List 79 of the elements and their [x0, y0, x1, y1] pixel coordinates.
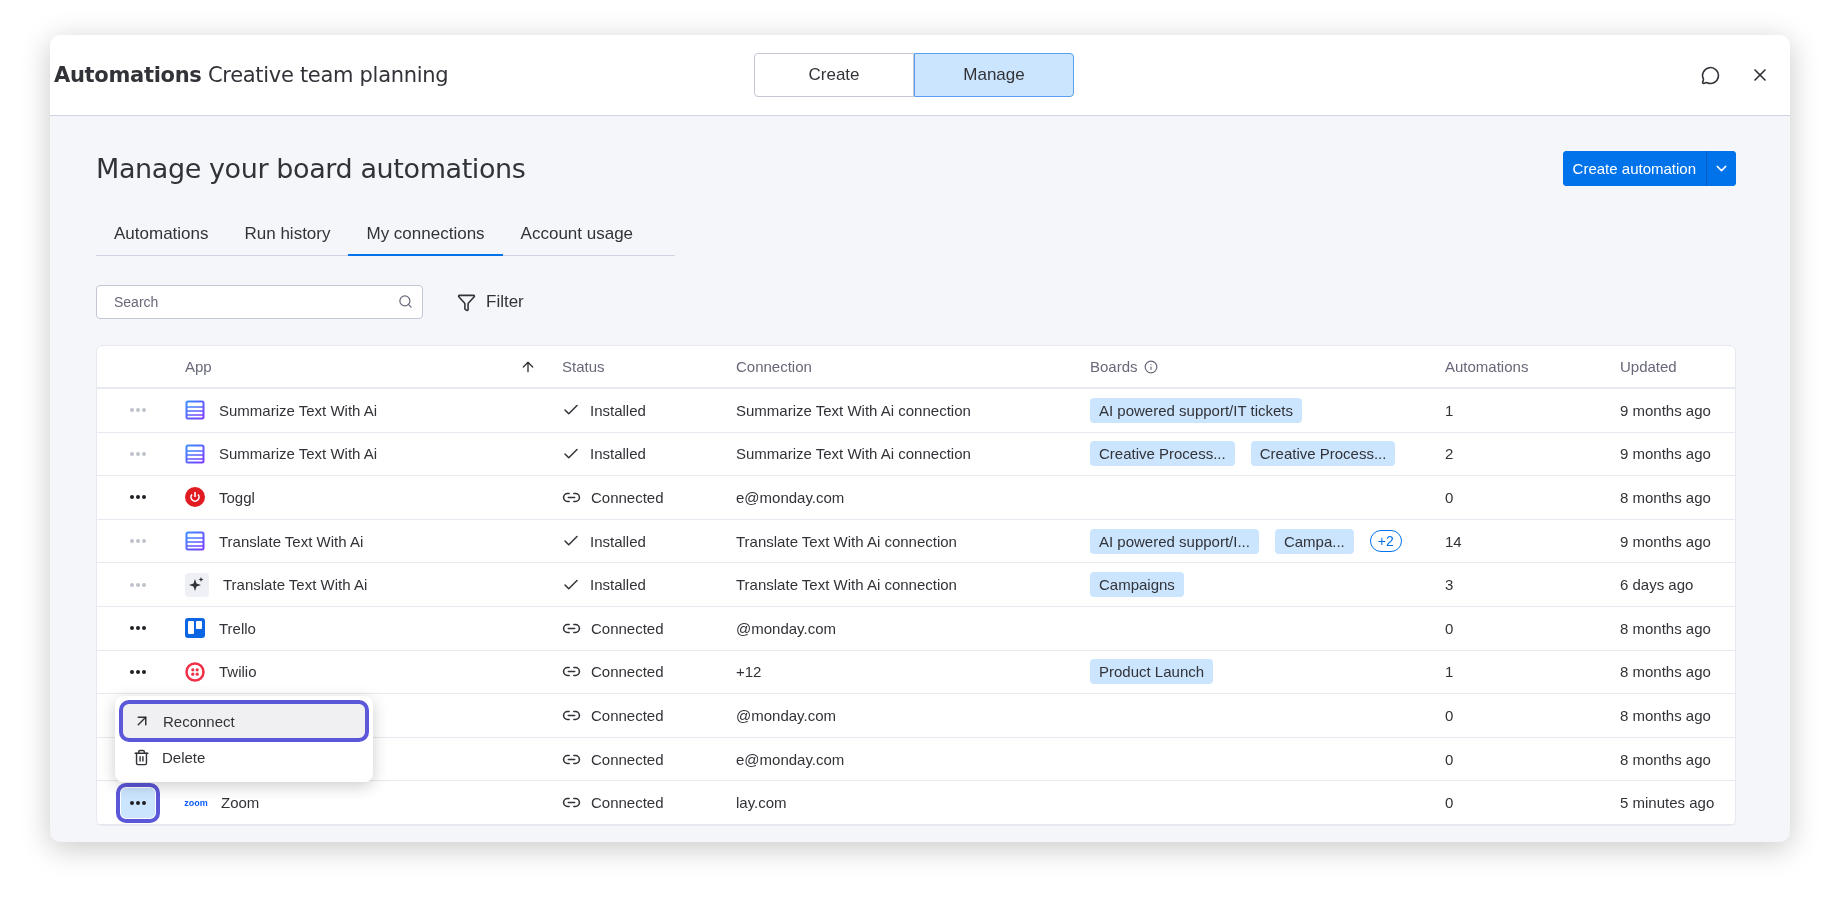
search-icon	[398, 294, 413, 309]
updated-time: 8 months ago	[1620, 619, 1712, 637]
status-text: Connected	[591, 750, 664, 768]
info-icon[interactable]	[1143, 359, 1158, 374]
app-name: Twilio	[219, 663, 257, 681]
column-header: Status	[562, 358, 606, 375]
status-text: Installed	[590, 532, 646, 550]
connection-text: +12	[736, 663, 763, 681]
mode-toggle[interactable]: Manage	[914, 53, 1074, 97]
updated-time: 9 months ago	[1620, 401, 1712, 419]
status-text: Installed	[590, 401, 646, 419]
board-tag[interactable]: Product Launch	[1090, 659, 1214, 685]
updated-time: 8 months ago	[1620, 706, 1712, 724]
automation-count: 2	[1445, 445, 1455, 463]
automation-count: 3	[1445, 576, 1455, 594]
automation-count: 0	[1445, 489, 1455, 506]
tab[interactable]: Automations	[96, 214, 227, 256]
filter-icon	[457, 292, 476, 312]
column-header[interactable]: App	[185, 358, 212, 375]
app-name: Translate Text With Ai	[219, 532, 364, 550]
automation-count: 1	[1445, 401, 1455, 419]
app-name: Zoom	[221, 794, 260, 812]
list-icon	[185, 443, 205, 464]
connection-text: Summarize Text With Ai connection	[736, 445, 972, 463]
updated-time: 9 months ago	[1620, 445, 1712, 463]
board-icon	[185, 618, 205, 639]
sparkle-icon	[185, 572, 209, 597]
connection-text: @monday.com	[736, 619, 837, 637]
status-text: Installed	[590, 576, 646, 594]
list-icon	[185, 531, 205, 552]
status-text: Connected	[591, 663, 664, 681]
automation-count: 1	[1445, 663, 1455, 681]
updated-time: 6 days ago	[1620, 576, 1695, 594]
connection-text: e@monday.com	[736, 489, 846, 506]
search-field[interactable]: Search	[96, 285, 423, 319]
dropdown-button[interactable]	[1706, 151, 1736, 186]
connection-text: Translate Text With Ai connection	[736, 532, 958, 550]
app-name: Summarize Text With Ai	[219, 445, 378, 463]
page-title: Manage your board automations	[96, 153, 526, 184]
window-title: Automations Creative team planning	[54, 63, 450, 87]
updated-time: 9 months ago	[1620, 532, 1712, 550]
automation-count: 0	[1445, 750, 1455, 768]
tab[interactable]: My connections	[348, 214, 503, 256]
app-name: Trello	[219, 619, 256, 637]
connection-text: @monday.com	[736, 706, 837, 724]
connection-text: lay.com	[736, 794, 788, 812]
automation-count: 0	[1445, 706, 1455, 724]
dots-circle-icon	[185, 661, 205, 682]
automation-count: 0	[1445, 794, 1455, 812]
updated-time: 8 months ago	[1620, 750, 1712, 768]
connection-text: e@monday.com	[736, 750, 846, 768]
connection-text: Translate Text With Ai connection	[736, 576, 958, 594]
column-header: Boards	[1090, 358, 1138, 375]
column-header: Connection	[736, 358, 813, 375]
updated-time: 8 months ago	[1620, 663, 1712, 681]
automation-count: 0	[1445, 619, 1455, 637]
updated-time: 5 minutes ago	[1620, 794, 1716, 812]
app-name: Summarize Text With Ai	[219, 401, 378, 419]
tab[interactable]: Run history	[226, 214, 349, 256]
power-icon	[185, 487, 205, 508]
status-text: Connected	[591, 619, 664, 637]
updated-time: 8 months ago	[1620, 489, 1712, 506]
status-text: Connected	[591, 794, 664, 812]
status-text: Connected	[591, 489, 664, 506]
list-icon	[185, 400, 205, 421]
mode-toggle[interactable]: Create	[754, 53, 914, 97]
column-header: Updated	[1620, 358, 1678, 375]
column-header: Automations	[1445, 358, 1530, 375]
app-name: Translate Text With Ai	[223, 576, 368, 594]
filter-button[interactable]: Filter	[451, 291, 530, 313]
automation-count: 14	[1445, 532, 1463, 550]
status-text: Installed	[590, 445, 646, 463]
status-text: Connected	[591, 706, 664, 724]
app-logo: zoom	[184, 797, 208, 808]
app-name: Toggl	[219, 489, 255, 506]
connection-text: Summarize Text With Ai connection	[736, 401, 972, 419]
menu-item[interactable]: Delete	[123, 740, 365, 774]
tab[interactable]: Account usage	[502, 214, 652, 256]
trash-icon	[133, 748, 150, 766]
